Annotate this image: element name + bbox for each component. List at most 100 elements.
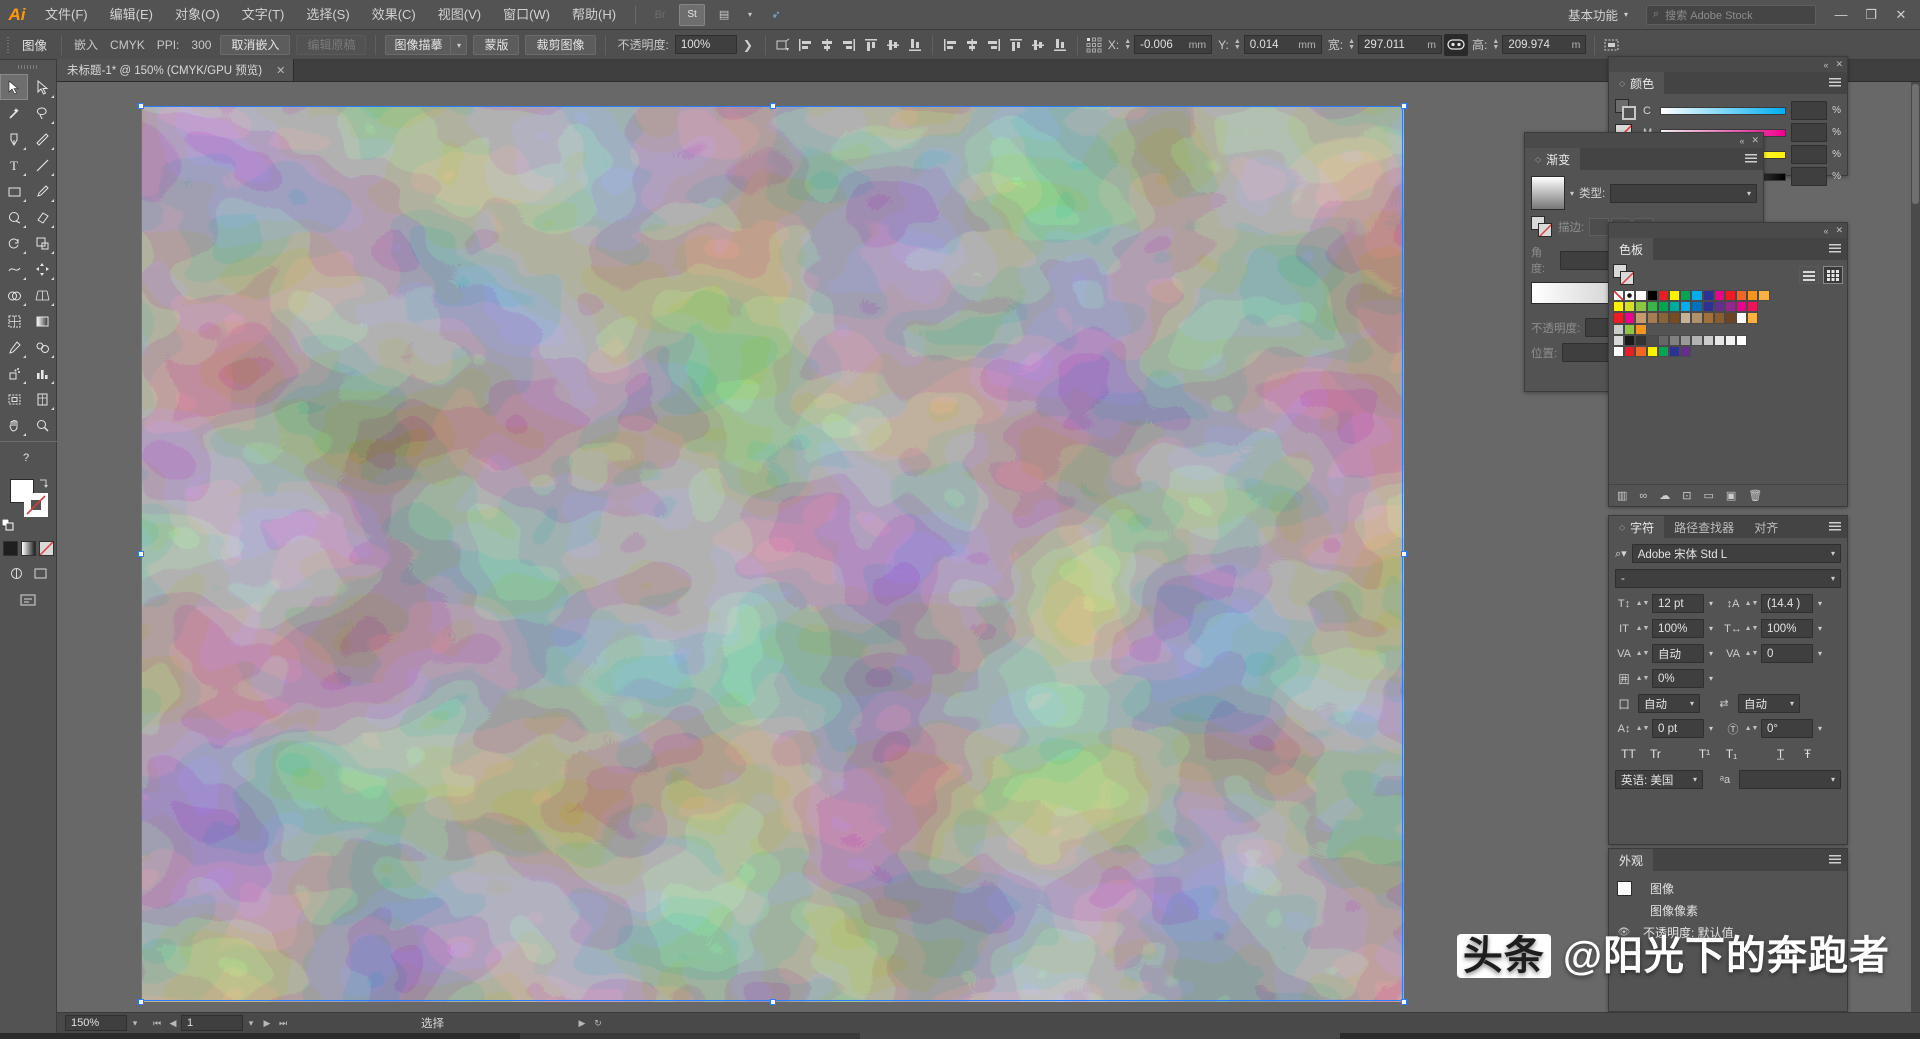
superscript-button[interactable]: T¹ <box>1691 744 1718 764</box>
tool-zoom[interactable] <box>28 412 56 438</box>
workspace-switcher[interactable]: 基本功能 ▾ <box>1560 2 1636 27</box>
tool-selection[interactable] <box>0 74 28 100</box>
tab-pathfinder[interactable]: 路径查找器 <box>1664 516 1744 538</box>
swatch-cell[interactable] <box>1680 290 1691 301</box>
panel-menu-icon[interactable] <box>1745 154 1757 164</box>
swatch-cell[interactable] <box>1680 301 1691 312</box>
selection-handle-br[interactable] <box>1401 999 1407 1005</box>
y-input[interactable]: 0.014 mm <box>1244 35 1322 54</box>
show-swatch-kinds-icon[interactable]: ☁ <box>1659 489 1670 502</box>
collapse-icon[interactable]: « <box>1823 60 1828 70</box>
swatch-cell[interactable] <box>1669 312 1680 323</box>
none-mode-icon[interactable] <box>39 541 54 556</box>
align-top-icon[interactable] <box>860 34 882 56</box>
canvas-scrollbar-vertical[interactable] <box>1911 82 1920 1012</box>
swatch-cell[interactable] <box>1647 290 1658 301</box>
swatch-cell[interactable] <box>1613 346 1624 357</box>
rotation-dropdown-icon[interactable]: ▾ <box>1818 724 1822 733</box>
gradient-fill-stroke-proxy[interactable] <box>1531 216 1553 238</box>
collapse-icon[interactable]: « <box>1739 136 1744 146</box>
tool-hand[interactable] <box>0 412 28 438</box>
all-caps-button[interactable]: TT <box>1615 744 1642 764</box>
minimize-button[interactable]: — <box>1826 1 1856 29</box>
small-caps-button[interactable]: Tr <box>1642 744 1669 764</box>
swatch-cell[interactable] <box>1714 301 1725 312</box>
swatch-cell[interactable] <box>1691 335 1702 346</box>
baseline-dropdown-icon[interactable]: ▾ <box>1709 724 1713 733</box>
panel-menu-icon[interactable] <box>1829 78 1841 88</box>
swatch-cell[interactable] <box>1669 301 1680 312</box>
swatch-cell[interactable] <box>1669 346 1680 357</box>
swatch-cell[interactable] <box>1680 312 1691 323</box>
search-icon[interactable]: ⌕▾ <box>1615 547 1627 561</box>
swatch-cell[interactable] <box>1613 335 1624 346</box>
swatch-cell[interactable] <box>1669 290 1680 301</box>
tool-rectangle[interactable] <box>0 178 28 204</box>
tool-artboard[interactable] <box>0 386 28 412</box>
tab-align[interactable]: 对齐 <box>1744 516 1788 538</box>
swatch-cell[interactable] <box>1624 301 1635 312</box>
tool-blend[interactable] <box>28 334 56 360</box>
more-options-icon[interactable] <box>1601 34 1623 56</box>
menu-help[interactable]: 帮助(H) <box>561 0 627 30</box>
swatch-cell[interactable] <box>1680 346 1691 357</box>
width-stepper[interactable]: ▲▼ <box>1348 39 1355 51</box>
hscale-dropdown-icon[interactable]: ▾ <box>1818 624 1822 633</box>
tracking-dropdown-icon[interactable]: ▾ <box>1818 649 1822 658</box>
swatch-cell[interactable] <box>1691 312 1702 323</box>
align-center-h-icon[interactable] <box>816 34 838 56</box>
align-right-icon[interactable] <box>838 34 860 56</box>
selection-handle-mr[interactable] <box>1401 551 1407 557</box>
kerning-input[interactable]: 自动 <box>1652 644 1704 663</box>
tool-eyedropper[interactable] <box>0 334 28 360</box>
menu-window[interactable]: 窗口(W) <box>492 0 561 30</box>
swatch-cell[interactable] <box>1647 312 1658 323</box>
tool-type[interactable]: T <box>0 152 28 178</box>
new-color-group-icon[interactable]: ▭ <box>1703 489 1713 502</box>
tab-appearance[interactable]: 外观 <box>1609 849 1653 871</box>
zoom-input[interactable]: 150% <box>65 1015 127 1031</box>
swatch-cell[interactable] <box>1680 335 1691 346</box>
panel-menu-icon[interactable] <box>1829 244 1841 254</box>
swatch-cell[interactable] <box>1736 301 1747 312</box>
baseline-stepper[interactable]: ▲▼ <box>1638 726 1647 732</box>
panel-menu-icon[interactable] <box>1829 522 1841 532</box>
leading-input[interactable]: (14.4 ) <box>1761 594 1813 613</box>
share-icon[interactable]: ➶ <box>763 4 789 26</box>
artboard-number-input[interactable]: 1 <box>181 1015 243 1031</box>
swatch-cell[interactable] <box>1714 290 1725 301</box>
swatch-cell[interactable] <box>1635 301 1646 312</box>
swatches-grid[interactable] <box>1613 290 1843 357</box>
tool-perspective-grid[interactable] <box>28 282 56 308</box>
swatch-cell[interactable] <box>1703 312 1714 323</box>
tool-free-transform[interactable] <box>28 256 56 282</box>
new-swatch-icon[interactable]: ▣ <box>1726 489 1736 502</box>
mask-button[interactable]: 蒙版 <box>473 35 519 55</box>
tool-pen[interactable] <box>0 126 28 152</box>
slider-c[interactable] <box>1660 107 1786 115</box>
swatch-cell[interactable] <box>1635 324 1646 335</box>
artboard[interactable] <box>142 107 1404 1002</box>
swatch-cell[interactable] <box>1691 290 1702 301</box>
swatch-cell[interactable] <box>1747 290 1758 301</box>
swatch-cell[interactable] <box>1703 301 1714 312</box>
input-y[interactable] <box>1791 145 1827 164</box>
link-swatch-icon[interactable]: ∞ <box>1639 490 1647 502</box>
stroke-swatch[interactable] <box>24 493 48 517</box>
input-m[interactable] <box>1791 123 1827 142</box>
rotation-stepper[interactable]: ▲▼ <box>1747 726 1756 732</box>
appearance-fill-swatch[interactable] <box>1617 881 1632 896</box>
swatch-cell[interactable] <box>1635 346 1646 357</box>
swatch-cell[interactable] <box>1647 301 1658 312</box>
selection-handle-ml[interactable] <box>138 551 144 557</box>
unembed-button[interactable]: 取消嵌入 <box>220 35 290 55</box>
swap-fill-stroke-icon[interactable] <box>38 477 50 489</box>
swatch-cell[interactable] <box>1758 290 1769 301</box>
swatch-cell[interactable] <box>1635 290 1646 301</box>
last-artboard-icon[interactable]: ⏭ <box>275 1018 291 1029</box>
document-tab[interactable]: 未标题-1* @ 150% (CMYK/GPU 预览) ✕ <box>57 59 294 81</box>
selection-handle-tc[interactable] <box>770 103 776 109</box>
tool-column-graph[interactable] <box>28 360 56 386</box>
collapse-icon[interactable]: « <box>1823 226 1828 236</box>
transform-icon[interactable]: ▾ <box>772 34 794 56</box>
